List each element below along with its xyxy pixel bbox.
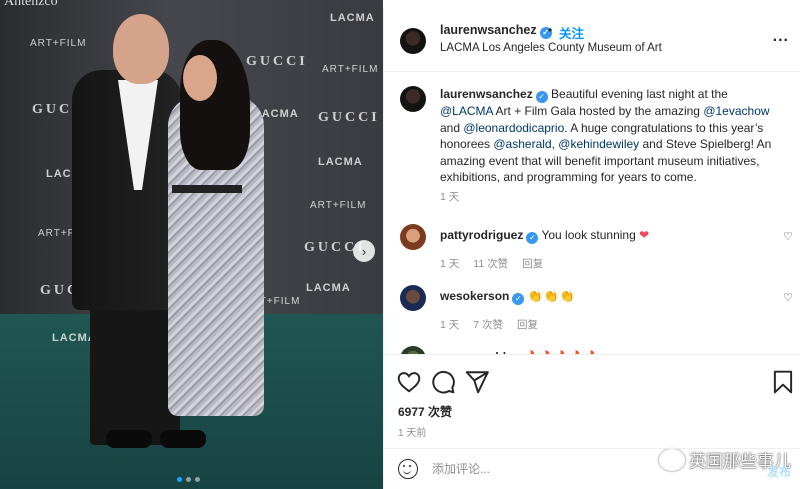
list-item: pattyrodriguez ✓ You look stunning ❤ 1 天 … xyxy=(384,224,800,284)
backdrop-logo-gucci: GUCCI xyxy=(318,110,380,125)
man-trousers xyxy=(90,300,180,445)
post-comment-button[interactable]: 发布 xyxy=(767,463,791,480)
avatar[interactable] xyxy=(400,346,426,354)
avatar[interactable] xyxy=(400,224,426,250)
like-comment-heart-icon[interactable]: ♡ xyxy=(783,291,793,304)
like-heart-icon[interactable] xyxy=(396,369,422,395)
verified-badge-icon: ✓ xyxy=(535,91,548,103)
comment-meta: 1 天 11 次赞 回复 xyxy=(440,256,543,271)
location-link[interactable]: LACMA Los Angeles County Museum of Art xyxy=(440,42,662,54)
mention-link[interactable]: @asherald xyxy=(493,137,551,151)
man-shoe xyxy=(106,430,152,448)
backdrop-logo-lacma: LACMA xyxy=(330,12,375,24)
comment-username[interactable]: wesokerson xyxy=(440,289,509,303)
comment-time[interactable]: 1 天 xyxy=(440,317,459,332)
backdrop-logo-lacma: LACMA xyxy=(318,156,363,168)
comment-username[interactable]: pattyrodriguez xyxy=(440,228,523,242)
verified-badge-icon: ✓ xyxy=(526,232,539,244)
backdrop-logo-artfilm: ART+FILM xyxy=(322,64,379,75)
comment-text: wesokerson ✓ 👏👏👏 xyxy=(440,289,576,305)
mention-link[interactable]: @1evachow xyxy=(703,104,769,118)
likes-count[interactable]: 6977 次赞 xyxy=(398,403,452,420)
caption-text: Art + Film Gala hosted by the amazing xyxy=(492,104,704,118)
add-comment-bar: 发布 xyxy=(384,448,800,489)
comment-likes[interactable]: 11 次赞 xyxy=(473,256,508,271)
mention-link[interactable]: @kehindewiley xyxy=(558,137,639,151)
comment-body: You look stunning xyxy=(541,228,636,242)
share-send-icon[interactable] xyxy=(464,369,490,395)
comment-meta: 1 天 7 次赞 回复 xyxy=(440,317,538,332)
avatar[interactable] xyxy=(400,86,426,112)
carousel-dots xyxy=(177,477,200,482)
avatar[interactable] xyxy=(400,285,426,311)
more-options-icon[interactable]: ... xyxy=(773,28,789,46)
like-comment-heart-icon[interactable]: ♡ xyxy=(783,230,793,243)
list-item: wesokerson ✓ 👏👏👏 1 天 7 次赞 回复 ♡ xyxy=(384,285,800,345)
caption-text: Beautiful evening last night at the xyxy=(547,87,728,101)
username-link[interactable]: laurenwsanchez xyxy=(440,23,537,37)
backdrop-logo-artfilm: ART+FILM xyxy=(310,200,367,211)
chevron-right-icon: › xyxy=(361,243,367,259)
reply-button[interactable]: 回复 xyxy=(522,256,543,271)
comment-bubble-icon[interactable] xyxy=(430,369,456,395)
avatar[interactable] xyxy=(400,28,426,54)
woman-belt xyxy=(172,185,242,193)
post-caption: laurenwsanchez ✓ Beautiful evening last n… xyxy=(440,86,780,186)
carousel-dot[interactable] xyxy=(195,477,200,482)
post-photo[interactable]: Antenzco ART+FILM GUCCI LACMA ART+FILM G… xyxy=(0,0,383,489)
woman-face xyxy=(183,55,217,101)
emoji-smiley-icon[interactable] xyxy=(398,459,418,479)
caption-username[interactable]: laurenwsanchez xyxy=(440,87,533,101)
comment-likes[interactable]: 7 次赞 xyxy=(473,317,503,332)
mention-link[interactable]: @leonardodicaprio xyxy=(463,121,564,135)
comments-section[interactable]: laurenwsanchez ✓ Beautiful evening last n… xyxy=(384,72,800,354)
carousel-next-button[interactable]: › xyxy=(353,240,375,262)
post-header: laurenwsanchez ✓ • 关注 LACMA Los Angeles C… xyxy=(384,8,800,72)
photo-watermark: Antenzco xyxy=(4,0,58,9)
clapping-hands-emoji-icon: 👏👏👏 xyxy=(527,289,576,303)
follow-button[interactable]: 关注 xyxy=(559,23,584,42)
caption-timestamp[interactable]: 1 天 xyxy=(440,189,459,204)
comment-text: pattyrodriguez ✓ You look stunning ❤ xyxy=(440,228,649,244)
man-head xyxy=(113,14,169,84)
separator-dot: • xyxy=(548,23,553,37)
post-author-username[interactable]: laurenwsanchez ✓ xyxy=(440,23,552,39)
reply-button[interactable]: 回复 xyxy=(517,317,538,332)
backdrop-logo-lacma: LACMA xyxy=(306,282,351,294)
mention-link[interactable]: @LACMA xyxy=(440,104,493,118)
comment-input[interactable] xyxy=(432,459,732,479)
post-detail-panel: laurenwsanchez ✓ • 关注 LACMA Los Angeles C… xyxy=(383,8,800,489)
carousel-dot[interactable] xyxy=(186,477,191,482)
backdrop-logo-gucci: GUCCI xyxy=(246,54,308,69)
man-shoe xyxy=(160,430,206,448)
caption-text: and xyxy=(440,120,464,135)
post-timestamp: 1 天前 xyxy=(398,428,427,439)
carousel-dot[interactable] xyxy=(177,477,182,482)
backdrop-logo-artfilm: ART+FILM xyxy=(30,38,87,49)
list-item: venyxworld✓ 🔥🔥🔥🔥🔥 xyxy=(384,346,800,354)
bookmark-save-icon[interactable] xyxy=(770,369,796,395)
red-heart-emoji-icon: ❤ xyxy=(639,228,650,242)
verified-badge-icon: ✓ xyxy=(512,293,525,305)
comment-time[interactable]: 1 天 xyxy=(440,256,459,271)
